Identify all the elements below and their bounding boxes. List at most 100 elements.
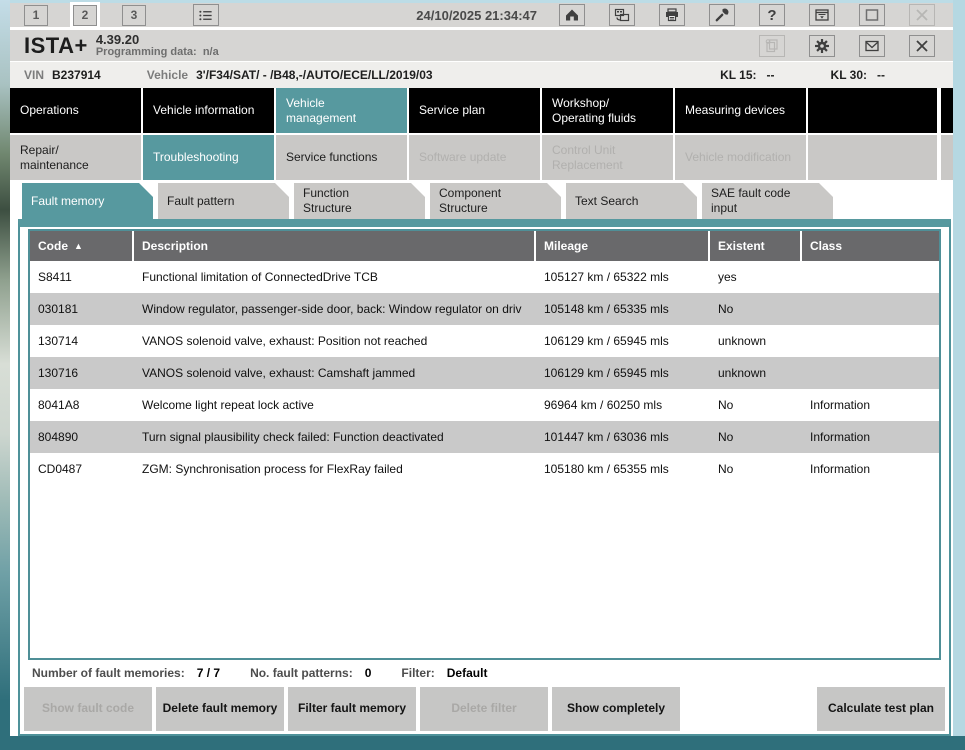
sub-nav-repair-maintenance[interactable]: Repair/maintenance — [10, 135, 141, 180]
sub-nav: Repair/maintenance Troubleshooting Servi… — [10, 135, 953, 180]
table-row[interactable]: 130716VANOS solenoid valve, exhaust: Cam… — [30, 357, 939, 389]
main-nav-vehicle-management[interactable]: Vehiclemanagement — [276, 88, 407, 133]
vehicle-value: 3'/F34/SAT/ - /B48,-/AUTO/ECE/LL/2019/03 — [196, 68, 432, 82]
table-row[interactable]: 804890Turn signal plausibility check fai… — [30, 421, 939, 453]
home-icon — [564, 7, 580, 23]
print-button[interactable] — [659, 4, 685, 26]
ista-window: 1 2 3 24/10/2025 21:34:47 — [10, 3, 953, 736]
column-header-code[interactable]: Code▲ — [30, 231, 134, 261]
main-nav: Operations Vehicle information Vehiclema… — [10, 88, 953, 133]
column-header-description[interactable]: Description — [134, 231, 536, 261]
minimize-to-tray-button[interactable] — [809, 4, 835, 26]
delete-filter-button[interactable]: Delete filter — [420, 687, 548, 731]
main-nav-vehicle-information[interactable]: Vehicle information — [143, 88, 274, 133]
app-version: 4.39.20 — [96, 33, 219, 47]
control-units-icon — [614, 7, 630, 23]
settings-button[interactable] — [809, 35, 835, 57]
main-nav-workshop-operating-fluids[interactable]: Workshop/Operating fluids — [542, 88, 673, 133]
sub-nav-service-functions[interactable]: Service functions — [276, 135, 407, 180]
main-nav-service-plan[interactable]: Service plan — [409, 88, 540, 133]
main-nav-filler — [808, 88, 937, 133]
sub-nav-filler — [808, 135, 937, 180]
action-buttons: Show fault code Delete fault memory Filt… — [20, 686, 949, 734]
filter-label: Filter: — [401, 666, 434, 680]
copy-report-button[interactable] — [759, 35, 785, 57]
tab-function-structure[interactable]: FunctionStructure — [294, 183, 425, 219]
maximize-icon — [864, 7, 880, 23]
vin-value: B237914 — [52, 68, 101, 82]
show-completely-button[interactable]: Show completely — [552, 687, 680, 731]
session-list-icon — [197, 8, 215, 23]
main-nav-measuring-devices[interactable]: Measuring devices — [675, 88, 806, 133]
fault-memories-label: Number of fault memories: — [32, 666, 185, 680]
column-header-existent[interactable]: Existent — [710, 231, 802, 261]
fault-patterns-value: 0 — [365, 666, 372, 680]
calculate-test-plan-button[interactable]: Calculate test plan — [817, 687, 945, 731]
fault-table: Code▲ Description Mileage Existent Class… — [28, 229, 941, 660]
close-icon — [914, 7, 930, 23]
desktop-edge-right — [953, 0, 965, 736]
copy-document-icon — [764, 38, 780, 54]
fault-patterns-label: No. fault patterns: — [250, 666, 353, 680]
settings-wrench-button[interactable] — [709, 4, 735, 26]
filter-fault-memory-button[interactable]: Filter fault memory — [288, 687, 416, 731]
restore-window-icon — [814, 7, 830, 23]
tab-fault-pattern[interactable]: Fault pattern — [158, 183, 289, 219]
main-nav-sliver — [941, 88, 953, 133]
help-icon: ? — [767, 7, 776, 24]
table-row[interactable]: 030181Window regulator, passenger-side d… — [30, 293, 939, 325]
vin-label: VIN — [24, 68, 44, 82]
help-button[interactable]: ? — [759, 4, 785, 26]
close-x-icon — [914, 38, 930, 54]
session-button-1[interactable]: 1 — [24, 5, 48, 26]
home-button[interactable] — [559, 4, 585, 26]
maximize-button[interactable] — [859, 4, 885, 26]
close-window-button[interactable] — [909, 4, 935, 26]
vehicle-label: Vehicle — [147, 68, 188, 82]
status-bar: Number of fault memories: 7 / 7 No. faul… — [20, 660, 949, 686]
fault-memory-panel: Code▲ Description Mileage Existent Class… — [18, 219, 951, 736]
connection-manager-button[interactable] — [609, 4, 635, 26]
table-row[interactable]: S8411Functional limitation of ConnectedD… — [30, 261, 939, 293]
delete-fault-memory-button[interactable]: Delete fault memory — [156, 687, 284, 731]
programming-data: Programming data: n/a — [96, 47, 219, 59]
wrench-icon — [714, 7, 730, 23]
filter-value: Default — [447, 666, 488, 680]
printer-icon — [664, 7, 680, 23]
kl15-status: KL 15:-- — [720, 68, 782, 82]
fault-memories-value: 7 / 7 — [197, 666, 220, 680]
kl30-status: KL 30:-- — [831, 68, 893, 82]
desktop-wallpaper-strip — [0, 0, 10, 700]
envelope-icon — [864, 38, 880, 54]
sub-nav-vehicle-modification: Vehicle modification — [675, 135, 806, 180]
session-list-button[interactable] — [193, 4, 219, 26]
column-header-mileage[interactable]: Mileage — [536, 231, 710, 261]
sub-nav-sliver — [941, 135, 953, 180]
sort-ascending-icon: ▲ — [74, 241, 83, 251]
table-row[interactable]: 130714VANOS solenoid valve, exhaust: Pos… — [30, 325, 939, 357]
tab-sae-fault-code-input[interactable]: SAE fault codeinput — [702, 183, 833, 219]
close-session-button[interactable] — [909, 35, 935, 57]
fault-tabs: Fault memory Fault pattern FunctionStruc… — [10, 183, 953, 219]
show-fault-code-button[interactable]: Show fault code — [24, 687, 152, 731]
sub-nav-troubleshooting[interactable]: Troubleshooting — [143, 135, 274, 180]
sub-nav-software-update: Software update — [409, 135, 540, 180]
app-name: ISTA+ — [24, 33, 88, 59]
datetime: 24/10/2025 21:34:47 — [416, 8, 537, 23]
column-header-class[interactable]: Class — [802, 231, 939, 261]
table-row[interactable]: CD0487ZGM: Synchronisation process for F… — [30, 453, 939, 485]
tab-text-search[interactable]: Text Search — [566, 183, 697, 219]
feedback-button[interactable] — [859, 35, 885, 57]
gear-icon — [814, 38, 830, 54]
main-nav-operations[interactable]: Operations — [10, 88, 141, 133]
tab-component-structure[interactable]: ComponentStructure — [430, 183, 561, 219]
session-button-2[interactable]: 2 — [73, 5, 97, 26]
sub-nav-control-unit-replacement: Control UnitReplacement — [542, 135, 673, 180]
vehicle-info-bar: VIN B237914 Vehicle 3'/F34/SAT/ - /B48,-… — [10, 62, 953, 88]
top-toolbar: 1 2 3 24/10/2025 21:34:47 — [10, 3, 953, 30]
fault-table-header: Code▲ Description Mileage Existent Class — [30, 231, 939, 261]
tab-fault-memory[interactable]: Fault memory — [22, 183, 153, 219]
title-bar: ISTA+ 4.39.20 Programming data: n/a — [10, 30, 953, 62]
table-row[interactable]: 8041A8Welcome light repeat lock active96… — [30, 389, 939, 421]
session-button-3[interactable]: 3 — [122, 5, 146, 26]
